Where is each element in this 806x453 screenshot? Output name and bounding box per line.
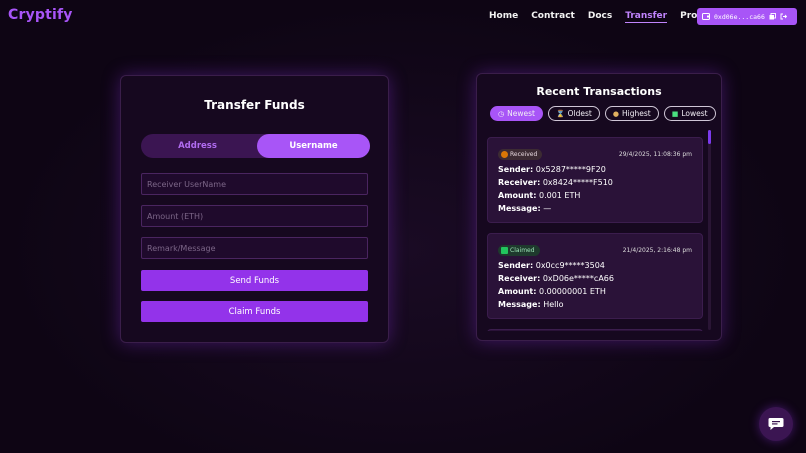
claim-funds-button[interactable]: Claim Funds [141, 301, 368, 322]
message-label: Message: [498, 300, 541, 309]
wallet-icon [702, 13, 710, 20]
transfer-title: Transfer Funds [204, 98, 305, 112]
recent-transactions-card: Recent Transactions ◷ Newest ⌛ Oldest ● … [476, 73, 722, 341]
receiver-username-input[interactable] [141, 173, 368, 195]
chat-button[interactable] [759, 407, 793, 441]
filter-label: Newest [507, 109, 535, 118]
filter-label: Highest [621, 109, 651, 118]
filter-oldest[interactable]: ⌛ Oldest [547, 106, 600, 121]
toggle-username[interactable]: Username [257, 134, 370, 158]
scrollbar-thumb[interactable] [708, 130, 711, 144]
transaction-item[interactable]: Claimed 21/4/2025, 2:16:48 pm Sender: 0x… [487, 233, 703, 319]
sort-filters: ◷ Newest ⌛ Oldest ● Highest ■ Lowest [490, 106, 716, 121]
sender-value: 0x0cc9*****3504 [535, 261, 605, 270]
clock-icon: ◷ [498, 109, 505, 118]
receiver-row: Receiver: 0xD06e*****cA66 [498, 274, 614, 283]
nav-link-transfer[interactable]: Transfer [625, 11, 668, 23]
received-icon [501, 151, 508, 158]
message-value: Hello [543, 300, 564, 309]
transfer-funds-card: Transfer Funds Address Username Send Fun… [120, 75, 389, 343]
recipient-type-toggle: Address Username [141, 134, 370, 158]
transaction-date: 29/4/2025, 11:08:36 pm [618, 151, 692, 158]
logo[interactable]: Cryptify [8, 7, 73, 23]
nav-link-contract[interactable]: Contract [531, 11, 575, 23]
filter-lowest[interactable]: ■ Lowest [663, 106, 716, 121]
message-value: — [543, 204, 552, 213]
transaction-scrollbar[interactable] [708, 130, 711, 330]
filter-newest[interactable]: ◷ Newest [490, 106, 543, 121]
nav-link-docs[interactable]: Docs [588, 11, 612, 23]
navbar: Cryptify Home Contract Docs Transfer Pro… [0, 0, 806, 34]
receiver-value: 0x8424*****F510 [542, 178, 613, 187]
sender-label: Sender: [498, 165, 534, 174]
hourglass-icon: ⌛ [555, 109, 565, 118]
logout-icon[interactable] [780, 13, 787, 20]
transaction-item[interactable] [487, 329, 703, 331]
remark-message-input[interactable] [141, 237, 368, 259]
sender-label: Sender: [498, 261, 534, 270]
send-funds-button[interactable]: Send Funds [141, 270, 368, 291]
check-icon [501, 247, 508, 254]
status-label: Claimed [510, 247, 535, 254]
amount-value: 0.00000001 ETH [538, 287, 606, 296]
status-badge: Claimed [498, 245, 540, 256]
sender-row: Sender: 0x5287*****9F20 [498, 165, 606, 174]
amount-row: Amount: 0.00000001 ETH [498, 287, 606, 296]
chat-bubble-icon [768, 418, 784, 430]
message-label: Message: [498, 204, 541, 213]
transaction-list[interactable]: Received 29/4/2025, 11:08:36 pm Sender: … [487, 137, 705, 331]
filter-label: Lowest [681, 109, 708, 118]
message-row: Message: Hello [498, 300, 564, 309]
wallet-address: 0xd06e...ca66 [714, 12, 765, 21]
receiver-label: Receiver: [498, 178, 541, 187]
receiver-value: 0xD06e*****cA66 [542, 274, 614, 283]
status-badge: Received [498, 149, 543, 160]
receiver-row: Receiver: 0x8424*****F510 [498, 178, 613, 187]
transaction-date: 21/4/2025, 2:16:48 pm [622, 247, 692, 254]
copy-icon[interactable] [769, 13, 776, 20]
sender-value: 0x5287*****9F20 [535, 165, 606, 174]
amount-row: Amount: 0.001 ETH [498, 191, 580, 200]
transaction-item[interactable]: Received 29/4/2025, 11:08:36 pm Sender: … [487, 137, 703, 223]
receiver-label: Receiver: [498, 274, 541, 283]
sender-row: Sender: 0x0cc9*****3504 [498, 261, 605, 270]
filter-label: Oldest [567, 109, 592, 118]
banknote-icon: ■ [671, 109, 679, 118]
transactions-title: Recent Transactions [536, 85, 662, 98]
money-bag-icon: ● [612, 109, 619, 118]
wallet-button[interactable]: 0xd06e...ca66 [697, 8, 797, 25]
nav-links: Home Contract Docs Transfer Profile [489, 11, 726, 23]
status-label: Received [510, 151, 538, 158]
toggle-address[interactable]: Address [141, 134, 254, 158]
amount-label: Amount: [498, 191, 537, 200]
filter-highest[interactable]: ● Highest [604, 106, 659, 121]
nav-link-home[interactable]: Home [489, 11, 518, 23]
amount-input[interactable] [141, 205, 368, 227]
amount-value: 0.001 ETH [538, 191, 581, 200]
message-row: Message: — [498, 204, 551, 213]
amount-label: Amount: [498, 287, 537, 296]
